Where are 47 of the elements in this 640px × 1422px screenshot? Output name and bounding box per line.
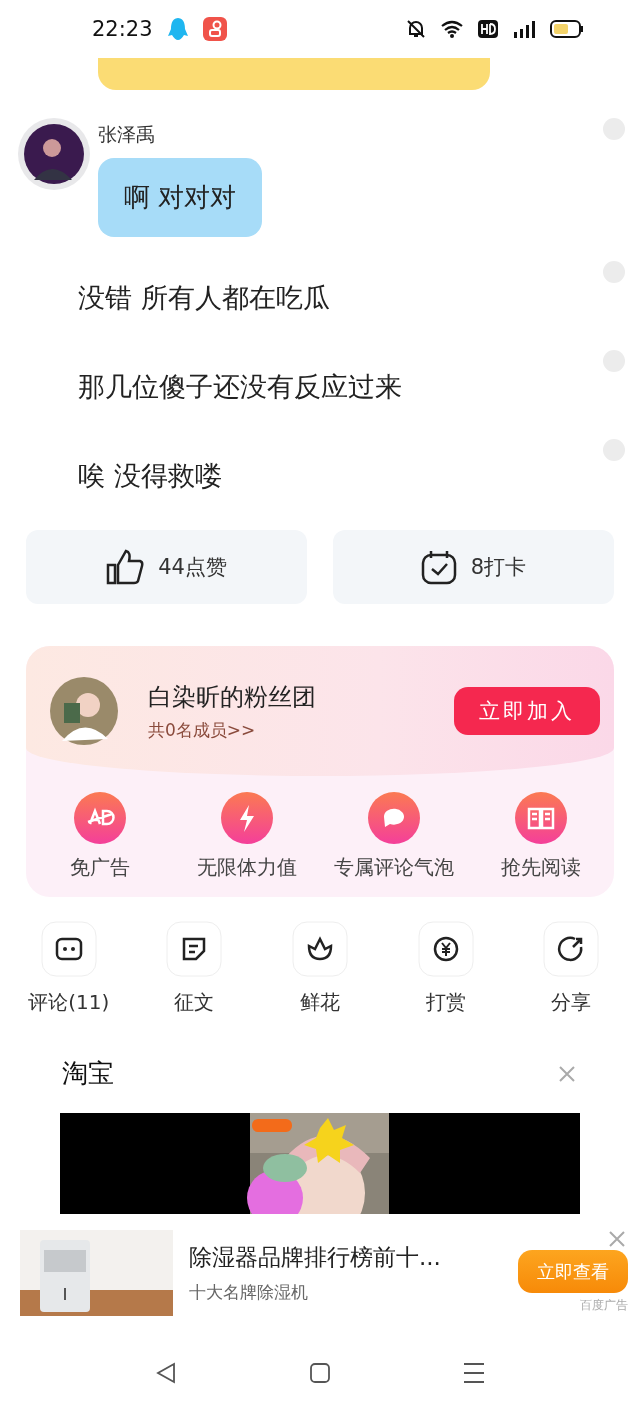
penguin-icon [166, 17, 189, 41]
perk-label: 抢先阅读 [500, 854, 581, 881]
perk-label: 专属评论气泡 [333, 854, 454, 881]
bell-off-icon [406, 19, 426, 39]
hd-icon [478, 20, 498, 38]
bubble-perk-icon [367, 792, 420, 844]
comment-button[interactable]: 评论(11) [6, 921, 132, 1016]
app-icon [202, 17, 227, 41]
avatar [50, 677, 118, 745]
perk-label: 免广告 [69, 854, 130, 881]
ad-title: 淘宝 [62, 1057, 114, 1090]
wifi-icon [440, 20, 464, 38]
member-count-link[interactable]: 共0名成员>> [148, 718, 424, 742]
book-perk-icon [514, 792, 567, 844]
yen-coin-icon [417, 921, 474, 977]
thumbs-up-icon [106, 549, 145, 585]
share-button[interactable]: 分享 [508, 921, 634, 1016]
message-text: 没错 所有人都在吃瓜 [78, 280, 330, 315]
chat-icon [40, 921, 97, 977]
tip-button[interactable]: 打赏 [382, 921, 509, 1016]
ad-perk-icon [73, 792, 126, 844]
back-icon[interactable] [154, 1361, 178, 1385]
home-icon[interactable] [308, 1361, 332, 1385]
perk-label: 无限体力值 [196, 854, 297, 881]
calendar-check-icon [420, 549, 457, 585]
ad-source: 百度广告 [580, 1297, 628, 1314]
menu-icon[interactable] [462, 1361, 486, 1385]
note-icon [166, 921, 223, 977]
message-text: 唉 没得救喽 [78, 458, 222, 493]
ad-subtitle: 十大名牌除湿机 [189, 1281, 309, 1304]
checkin-button[interactable]: 8打卡 [333, 530, 614, 604]
join-button[interactable]: 立即加入 [454, 687, 600, 735]
battery-icon [550, 20, 584, 38]
status-time: 22:23 [92, 17, 153, 41]
sender-name: 张泽禹 [98, 122, 156, 147]
essay-button[interactable]: 征文 [131, 921, 258, 1016]
flower-icon [292, 921, 348, 977]
flower-button[interactable]: 鲜花 [257, 921, 383, 1016]
ad-headline: 除湿器品牌排行榜前十... [189, 1243, 442, 1272]
bolt-perk-icon [220, 792, 273, 844]
fan-club-title: 白染昕的粉丝团 [148, 681, 317, 713]
message-bubble: 啊 对对对 [98, 158, 263, 237]
share-icon [543, 921, 600, 977]
signal-icon [512, 20, 536, 38]
avatar [18, 118, 90, 190]
like-button[interactable]: 44点赞 [26, 530, 307, 604]
message-text: 那几位傻子还没有反应过来 [78, 369, 402, 404]
